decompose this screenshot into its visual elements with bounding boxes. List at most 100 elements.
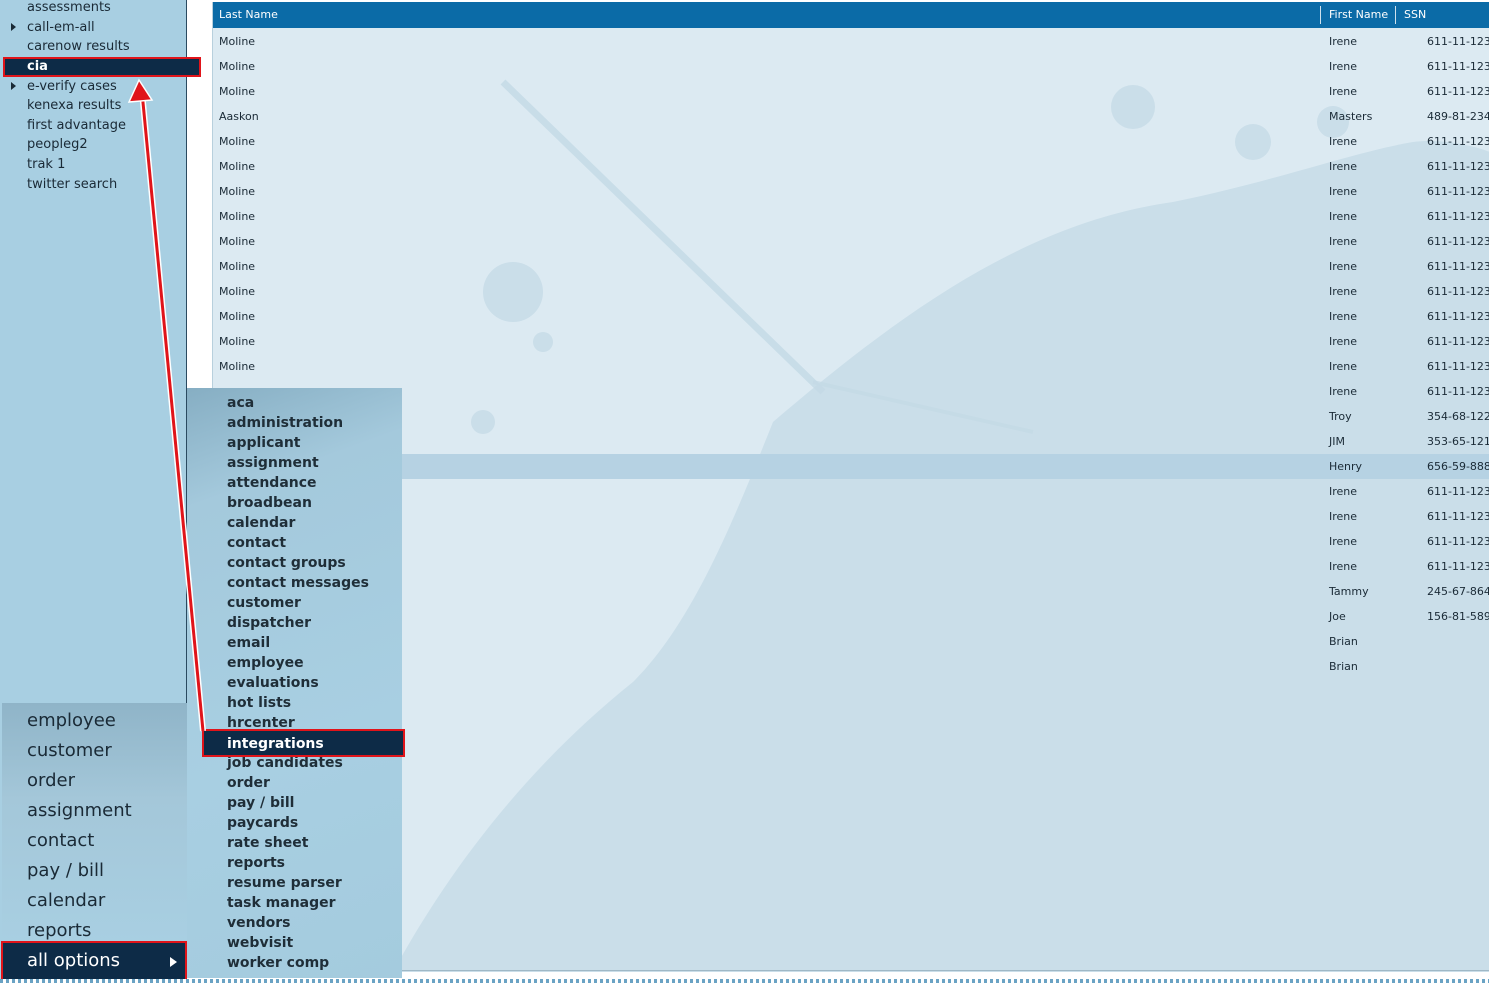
menu-item[interactable]: contact (227, 533, 286, 553)
main-nav-item[interactable]: assignment (27, 799, 132, 829)
tree-item[interactable]: trak 1 (27, 157, 65, 177)
table-row[interactable]: Moline Irene 611-11-1234 (213, 129, 1489, 154)
main-nav-item[interactable]: pay / bill (27, 859, 104, 889)
cell-last-name: Moline (219, 135, 256, 148)
main-nav: employee customer order assignment contact pa… (2, 703, 187, 943)
tree-item[interactable]: call-em-all (11, 20, 95, 40)
menu-item-integrations-highlighted[interactable]: integrations (202, 729, 405, 757)
cell-last-name: Moline (219, 335, 256, 348)
column-header-ssn[interactable]: SSN (1404, 2, 1426, 28)
cell-first-name: Irene (1329, 260, 1358, 273)
main-nav-item[interactable]: customer (27, 739, 112, 769)
expand-arrow-icon[interactable] (11, 82, 16, 90)
table-row[interactable]: Moline Irene 611-11-1234 (213, 304, 1489, 329)
table-row[interactable]: Tammy 245-67-8643 (213, 579, 1489, 604)
cell-last-name: Moline (219, 310, 256, 323)
tree-item[interactable]: first advantage (27, 118, 126, 138)
menu-item[interactable]: resume parser (227, 873, 342, 893)
table-row[interactable]: Brian (213, 654, 1489, 679)
menu-item[interactable]: applicant (227, 433, 301, 453)
table-row[interactable]: Joe 156-81-5896 (213, 604, 1489, 629)
menu-item[interactable]: worker comp (227, 953, 329, 973)
table-row[interactable]: Moline Irene 611-11-1234 (213, 204, 1489, 229)
menu-item[interactable]: aca (227, 393, 254, 413)
column-divider[interactable] (1395, 6, 1396, 24)
menu-item[interactable]: contact messages (227, 573, 369, 593)
menu-item[interactable]: evaluations (227, 673, 319, 693)
table-row[interactable]: Irene 611-11-1234 (213, 379, 1489, 404)
table-row[interactable]: Moline Irene 611-11-1234 (213, 179, 1489, 204)
cell-first-name: Irene (1329, 310, 1358, 323)
tree-item[interactable]: twitter search (27, 177, 117, 197)
tree-item[interactable]: e-verify cases (11, 79, 117, 99)
main-nav-item[interactable]: calendar (27, 889, 105, 919)
table-row[interactable]: Moline Irene 611-11-1234 (213, 29, 1489, 54)
table-row[interactable]: Moline Irene 611-11-1234 (213, 254, 1489, 279)
menu-item[interactable]: vendors (227, 913, 290, 933)
tree-item[interactable]: carenow results (27, 39, 130, 59)
cell-ssn: 611-11-1234 (1427, 335, 1489, 348)
cell-first-name: JIM (1329, 435, 1345, 448)
expand-arrow-icon[interactable] (11, 23, 16, 31)
menu-item[interactable]: dispatcher (227, 613, 311, 633)
tree-item-label: carenow results (27, 39, 130, 54)
table-row[interactable]: Irene 611-11-1234 (213, 529, 1489, 554)
table-row[interactable]: Aaskon Masters 489-81-2345 (213, 104, 1489, 129)
menu-item[interactable]: paycards (227, 813, 298, 833)
table-row[interactable]: Moline Irene 611-11-1234 (213, 279, 1489, 304)
cell-first-name: Irene (1329, 85, 1358, 98)
cell-first-name: Masters (1329, 110, 1373, 123)
table-row[interactable]: Irene 611-11-1234 (213, 504, 1489, 529)
menu-item[interactable]: administration (227, 413, 343, 433)
main-nav-item[interactable]: employee (27, 709, 116, 739)
menu-item[interactable]: task manager (227, 893, 336, 913)
cell-last-name: Moline (219, 210, 256, 223)
cell-ssn: 611-11-1234 (1427, 60, 1489, 73)
tree-item-label: kenexa results (27, 98, 122, 113)
tree-item[interactable]: kenexa results (27, 98, 121, 118)
menu-item[interactable]: pay / bill (227, 793, 294, 813)
table-row[interactable]: Moline Irene 611-11-1234 (213, 329, 1489, 354)
cell-last-name: Moline (219, 35, 256, 48)
tree-item[interactable]: peopleg2 (27, 137, 88, 157)
tree-item-cia-selected[interactable]: cia (3, 57, 201, 77)
menu-item[interactable]: employee (227, 653, 304, 673)
column-header-first-name[interactable]: First Name (1329, 2, 1388, 28)
menu-item[interactable]: contact groups (227, 553, 346, 573)
menu-item[interactable]: customer (227, 593, 301, 613)
tree-item-label: trak 1 (27, 157, 66, 172)
table-row[interactable]: Troy 354-68-1225 (213, 404, 1489, 429)
cell-first-name: Brian (1329, 635, 1358, 648)
cell-first-name: Irene (1329, 160, 1358, 173)
tree-item[interactable]: assessments (27, 0, 111, 20)
menu-item[interactable]: rate sheet (227, 833, 308, 853)
table-row[interactable]: JIM 353-65-1212 (213, 429, 1489, 454)
menu-item[interactable]: assignment (227, 453, 319, 473)
main-nav-item[interactable]: order (27, 769, 75, 799)
table-row[interactable]: Irene 611-11-1234 (213, 479, 1489, 504)
all-options-button[interactable]: all options (1, 941, 187, 981)
table-row[interactable]: Brian (213, 629, 1489, 654)
menu-item[interactable]: email (227, 633, 270, 653)
menu-item[interactable]: hot lists (227, 693, 291, 713)
table-row[interactable]: Irene 611-11-1234 (213, 554, 1489, 579)
table-row[interactable]: Moline Irene 611-11-1234 (213, 54, 1489, 79)
cell-first-name: Irene (1329, 60, 1358, 73)
menu-item[interactable]: webvisit (227, 933, 293, 953)
menu-item[interactable]: calendar (227, 513, 295, 533)
cell-last-name: Aaskon (219, 110, 259, 123)
table-row[interactable]: Moline Irene 611-11-1234 (213, 79, 1489, 104)
cell-ssn: 611-11-1234 (1427, 135, 1489, 148)
table-row[interactable]: Moline Irene 611-11-1234 (213, 229, 1489, 254)
table-row[interactable]: Moline Irene 611-11-1234 (213, 154, 1489, 179)
menu-item[interactable]: attendance (227, 473, 317, 493)
menu-item[interactable]: broadbean (227, 493, 312, 513)
menu-item[interactable]: order (227, 773, 270, 793)
main-nav-item[interactable]: contact (27, 829, 94, 859)
table-row[interactable]: Moline Irene 611-11-1234 (213, 354, 1489, 379)
menu-item[interactable]: reports (227, 853, 285, 873)
column-divider[interactable] (1320, 6, 1321, 24)
all-options-label: all options (27, 950, 121, 971)
table-row[interactable]: Henry 656-59-8888 (213, 454, 1489, 479)
column-header-last-name[interactable]: Last Name (219, 2, 278, 28)
